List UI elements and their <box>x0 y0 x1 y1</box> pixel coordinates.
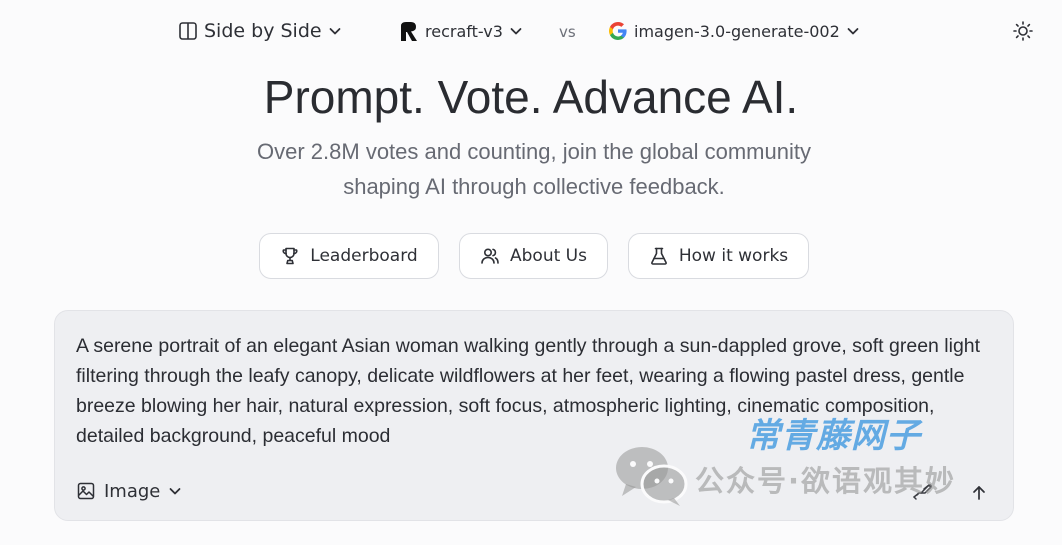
image-icon <box>76 481 96 501</box>
arrow-up-icon <box>970 484 988 502</box>
about-us-label: About Us <box>510 246 587 266</box>
chevron-down-icon <box>846 24 860 38</box>
model-a-label: recraft-v3 <box>425 21 503 41</box>
page-subtitle: Over 2.8M votes and counting, join the g… <box>257 139 811 199</box>
theme-toggle-button[interactable] <box>1012 20 1034 42</box>
about-us-button[interactable]: About Us <box>459 233 608 279</box>
send-button[interactable] <box>955 475 1003 511</box>
columns-icon <box>178 21 198 41</box>
watermark-brand: 常青藤网子 <box>746 416 921 456</box>
chevron-down-icon <box>168 484 182 498</box>
google-logo-icon <box>608 21 628 41</box>
users-icon <box>480 246 500 266</box>
model-a-selector[interactable]: recraft-v3 <box>398 18 523 44</box>
chevron-down-icon <box>509 24 523 38</box>
model-b-label: imagen-3.0-generate-002 <box>634 21 840 41</box>
recraft-logo-icon <box>398 21 419 42</box>
leaderboard-button[interactable]: Leaderboard <box>259 233 439 279</box>
model-b-selector[interactable]: imagen-3.0-generate-002 <box>608 18 860 44</box>
mode-label: Side by Side <box>204 20 322 42</box>
how-it-works-label: How it works <box>678 246 789 266</box>
modality-selector[interactable]: Image <box>76 478 182 504</box>
sun-icon <box>1012 20 1034 42</box>
modality-label: Image <box>104 480 161 502</box>
chevron-down-icon <box>328 24 342 38</box>
top-bar: Side by Side recraft-v3 vs imagen-3.0-ge… <box>0 0 1062 62</box>
page-title: Prompt. Vote. Advance AI. <box>263 71 799 123</box>
how-it-works-button[interactable]: How it works <box>628 233 809 279</box>
mode-selector[interactable]: Side by Side <box>178 18 342 44</box>
leaderboard-label: Leaderboard <box>310 246 418 266</box>
flask-icon <box>649 246 669 266</box>
wechat-icon <box>612 442 690 512</box>
arena-page: Side by Side recraft-v3 vs imagen-3.0-ge… <box>0 0 1062 545</box>
watermark-text: 公众号·欲语观其妙 <box>695 464 957 498</box>
trophy-icon <box>280 246 300 266</box>
vs-label: vs <box>559 23 576 41</box>
